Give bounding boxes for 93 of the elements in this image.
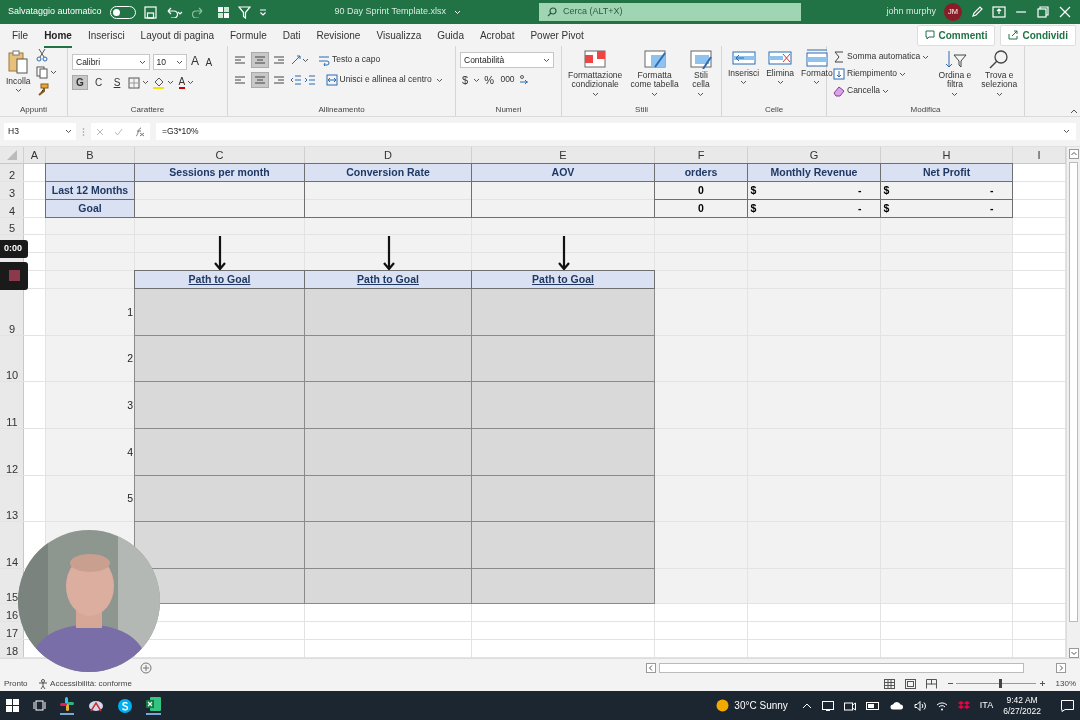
table-cell-text: - — [990, 182, 995, 198]
row-header[interactable]: 16 — [5, 607, 19, 622]
column-header[interactable]: I — [1013, 147, 1066, 164]
table-cell-text: - — [858, 200, 863, 216]
step-number: 5 — [126, 491, 134, 507]
table-header: Path to Goal — [304, 270, 472, 289]
table-cell-text: - — [990, 200, 995, 216]
table-cell-text: - — [858, 182, 863, 198]
group-label: Stili — [635, 104, 648, 116]
underline-button[interactable]: S — [109, 76, 125, 89]
table-header: Path to Goal — [471, 270, 655, 289]
cell-styles-button[interactable]: Stili cella — [684, 48, 717, 104]
row-header[interactable]: 12 — [5, 461, 19, 476]
grow-font-button[interactable]: A — [189, 54, 201, 70]
italic-button[interactable]: C — [90, 76, 107, 89]
step-number: 3 — [126, 397, 134, 413]
user-name: john murphy — [886, 5, 936, 19]
table-header: Path to Goal — [134, 270, 305, 289]
sort-filter-button[interactable]: Ordina e filtra — [934, 48, 976, 104]
step-number: 4 — [126, 444, 134, 460]
row-header[interactable]: 15 — [5, 589, 19, 604]
row-header[interactable]: 11 — [6, 414, 18, 429]
autosave-label: Salvataggio automatico — [8, 5, 102, 19]
weather-text[interactable]: 30°C Sunny — [734, 698, 788, 713]
group-label: Modifica — [910, 104, 941, 116]
currency-symbol: $ — [750, 182, 757, 198]
font-size-field[interactable]: 10 — [152, 54, 187, 70]
step-number: 1 — [126, 304, 134, 320]
row-header[interactable]: 9 — [8, 321, 16, 336]
ribbon-tab[interactable]: Power Pivot — [522, 24, 592, 46]
ribbon-tab[interactable]: File — [4, 24, 37, 46]
percent-button[interactable]: % — [482, 73, 496, 88]
ribbon-tab[interactable]: Inserisci — [79, 24, 133, 46]
group-label: Celle — [764, 104, 784, 116]
font-color-button[interactable]: A — [176, 75, 197, 90]
thousands-button[interactable]: 000 — [498, 74, 517, 86]
group-label: Allineamento — [318, 104, 365, 116]
font-name-field[interactable]: Calibri — [72, 54, 150, 70]
clock-time[interactable]: 9:42 AM — [1006, 695, 1038, 706]
format-as-table-button[interactable]: Formatta come tabella — [627, 48, 682, 104]
search-field[interactable]: Cerca (ALT+X) — [538, 3, 801, 21]
ribbon-tab[interactable]: Guida — [429, 24, 472, 46]
clock-date[interactable]: 6/27/2022 — [1003, 705, 1041, 716]
group-label: Carattere — [130, 104, 165, 116]
table-header: AOV — [471, 163, 655, 182]
row-header[interactable]: 17 — [5, 625, 19, 640]
paste-button[interactable]: Incolla — [4, 48, 33, 104]
currency-symbol: $ — [883, 182, 890, 198]
insert-cells-button[interactable]: Inserisci — [726, 48, 762, 104]
number-format-field[interactable]: Contabilità — [460, 52, 554, 68]
row-label: Goal — [45, 199, 135, 218]
conditional-formatting-button[interactable]: Formattazione condizionale — [566, 48, 625, 104]
file-name[interactable]: 90 Day Sprint Template.xlsx — [334, 5, 446, 19]
ribbon-tab[interactable]: Acrobat — [471, 24, 523, 46]
currency-button[interactable]: $ — [460, 73, 471, 88]
ribbon-tab[interactable]: Revisione — [308, 24, 369, 46]
ribbon-tab[interactable]: Home — [36, 24, 80, 46]
bold-button[interactable]: G — [72, 75, 88, 90]
find-select-button[interactable]: Trova e seleziona — [978, 48, 1020, 104]
currency-symbol: $ — [883, 200, 890, 216]
recording-timer: 0:00 — [0, 240, 28, 258]
ribbon-tab[interactable]: Dati — [274, 24, 309, 46]
row-header[interactable]: 4 — [8, 203, 16, 218]
name-box[interactable]: H3 — [4, 123, 76, 140]
delete-cells-button[interactable]: Elimina — [764, 48, 797, 104]
shrink-font-button[interactable]: A — [203, 55, 215, 69]
step-number: 2 — [126, 351, 134, 367]
group-label: Numeri — [495, 104, 522, 116]
currency-symbol: $ — [750, 200, 757, 216]
row-header[interactable]: 18 — [5, 643, 19, 658]
row-header[interactable]: 13 — [5, 507, 19, 522]
row-header[interactable]: 10 — [5, 367, 19, 382]
table-header: Conversion Rate — [304, 163, 472, 182]
share-button[interactable]: Condividi — [1000, 24, 1076, 46]
ribbon-tab[interactable]: Visualizza — [368, 24, 430, 46]
table-cell: 0 — [654, 199, 748, 218]
column-header[interactable]: A — [24, 147, 46, 164]
row-header[interactable]: 5 — [8, 220, 16, 235]
ribbon-tab[interactable]: Layout di pagina — [132, 24, 222, 46]
formula-field[interactable]: =G3*10% — [156, 123, 1076, 140]
group-label: Appunti — [19, 104, 48, 116]
row-header[interactable]: 2 — [8, 167, 16, 182]
row-header[interactable]: 14 — [5, 554, 19, 569]
comments-button[interactable]: Commenti — [916, 24, 996, 46]
status-text: Pronto — [4, 677, 28, 690]
ribbon-tab[interactable]: Formule — [222, 24, 275, 46]
wrap-text-button[interactable]: Testo a capo — [316, 53, 383, 67]
language-indicator[interactable]: ITA — [979, 698, 994, 713]
accessibility-status[interactable]: Accessibilità: conforme — [37, 677, 132, 690]
table-header: Sessions per month — [134, 163, 305, 182]
row-header[interactable]: 3 — [8, 185, 16, 200]
zoom-level[interactable]: 130% — [1055, 677, 1076, 690]
merge-center-button[interactable]: Unisci e allinea al centro — [323, 73, 434, 87]
